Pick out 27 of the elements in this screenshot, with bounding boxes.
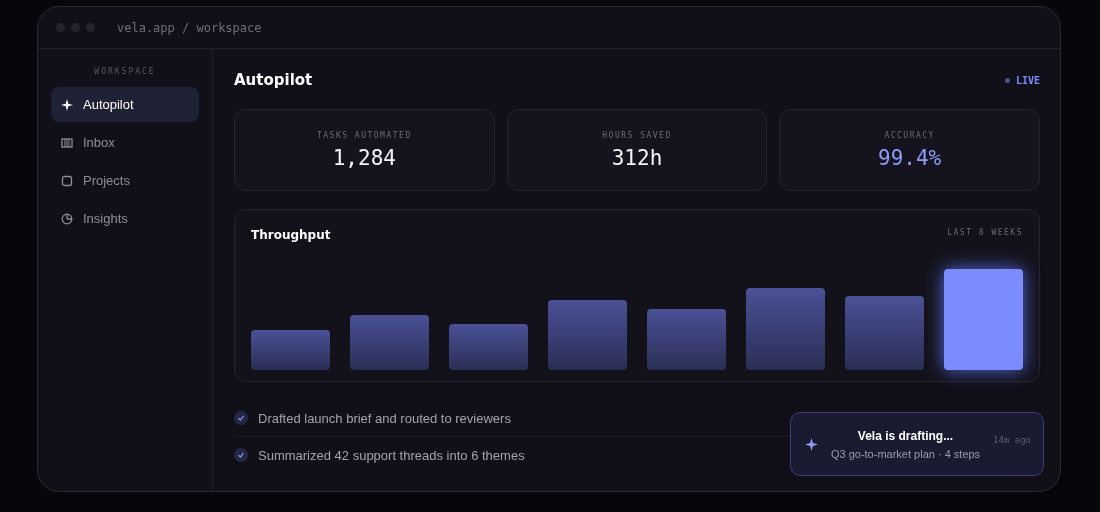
stat-value: 99.4% xyxy=(878,145,942,170)
stat-value: 1,284 xyxy=(332,145,396,170)
toast-subtitle: Q3 go-to-market plan · 4 steps xyxy=(830,447,981,460)
window-title: vela.app / workspace xyxy=(117,20,262,35)
status-label: LIVE xyxy=(1015,74,1040,86)
chart-title: Throughput xyxy=(251,228,331,242)
activity-text: Drafted launch brief and routed to reviewers xyxy=(258,410,511,426)
toast-time: 14m ago xyxy=(993,435,1031,445)
sidebar-item[interactable]: Insights xyxy=(51,201,199,236)
stat-label: HOURS SAVED xyxy=(602,130,672,140)
sidebar-item[interactable]: Autopilot xyxy=(51,87,199,122)
stat-label: TASKS AUTOMATED xyxy=(316,130,412,140)
status-dot-icon xyxy=(1004,77,1010,83)
square-icon xyxy=(61,174,73,187)
sidebar-item[interactable]: Inbox xyxy=(51,125,199,160)
page-title: Autopilot xyxy=(234,71,313,89)
sidebar-heading: WORKSPACE xyxy=(93,67,157,76)
activity-text: Summarized 42 support threads into 6 themes xyxy=(258,447,525,463)
columns-icon xyxy=(61,136,73,149)
sidebar-item[interactable]: Projects xyxy=(51,163,199,198)
toast-title: Vela is drafting... xyxy=(857,428,954,443)
sparkle-icon xyxy=(805,437,818,451)
stat-value: 312h xyxy=(611,145,663,170)
chart-range: LAST 8 WEEKS xyxy=(947,228,1023,239)
stat-label: ACCURACY xyxy=(884,130,935,140)
pie-chart-icon xyxy=(61,212,73,225)
sparkle-icon xyxy=(61,98,73,111)
